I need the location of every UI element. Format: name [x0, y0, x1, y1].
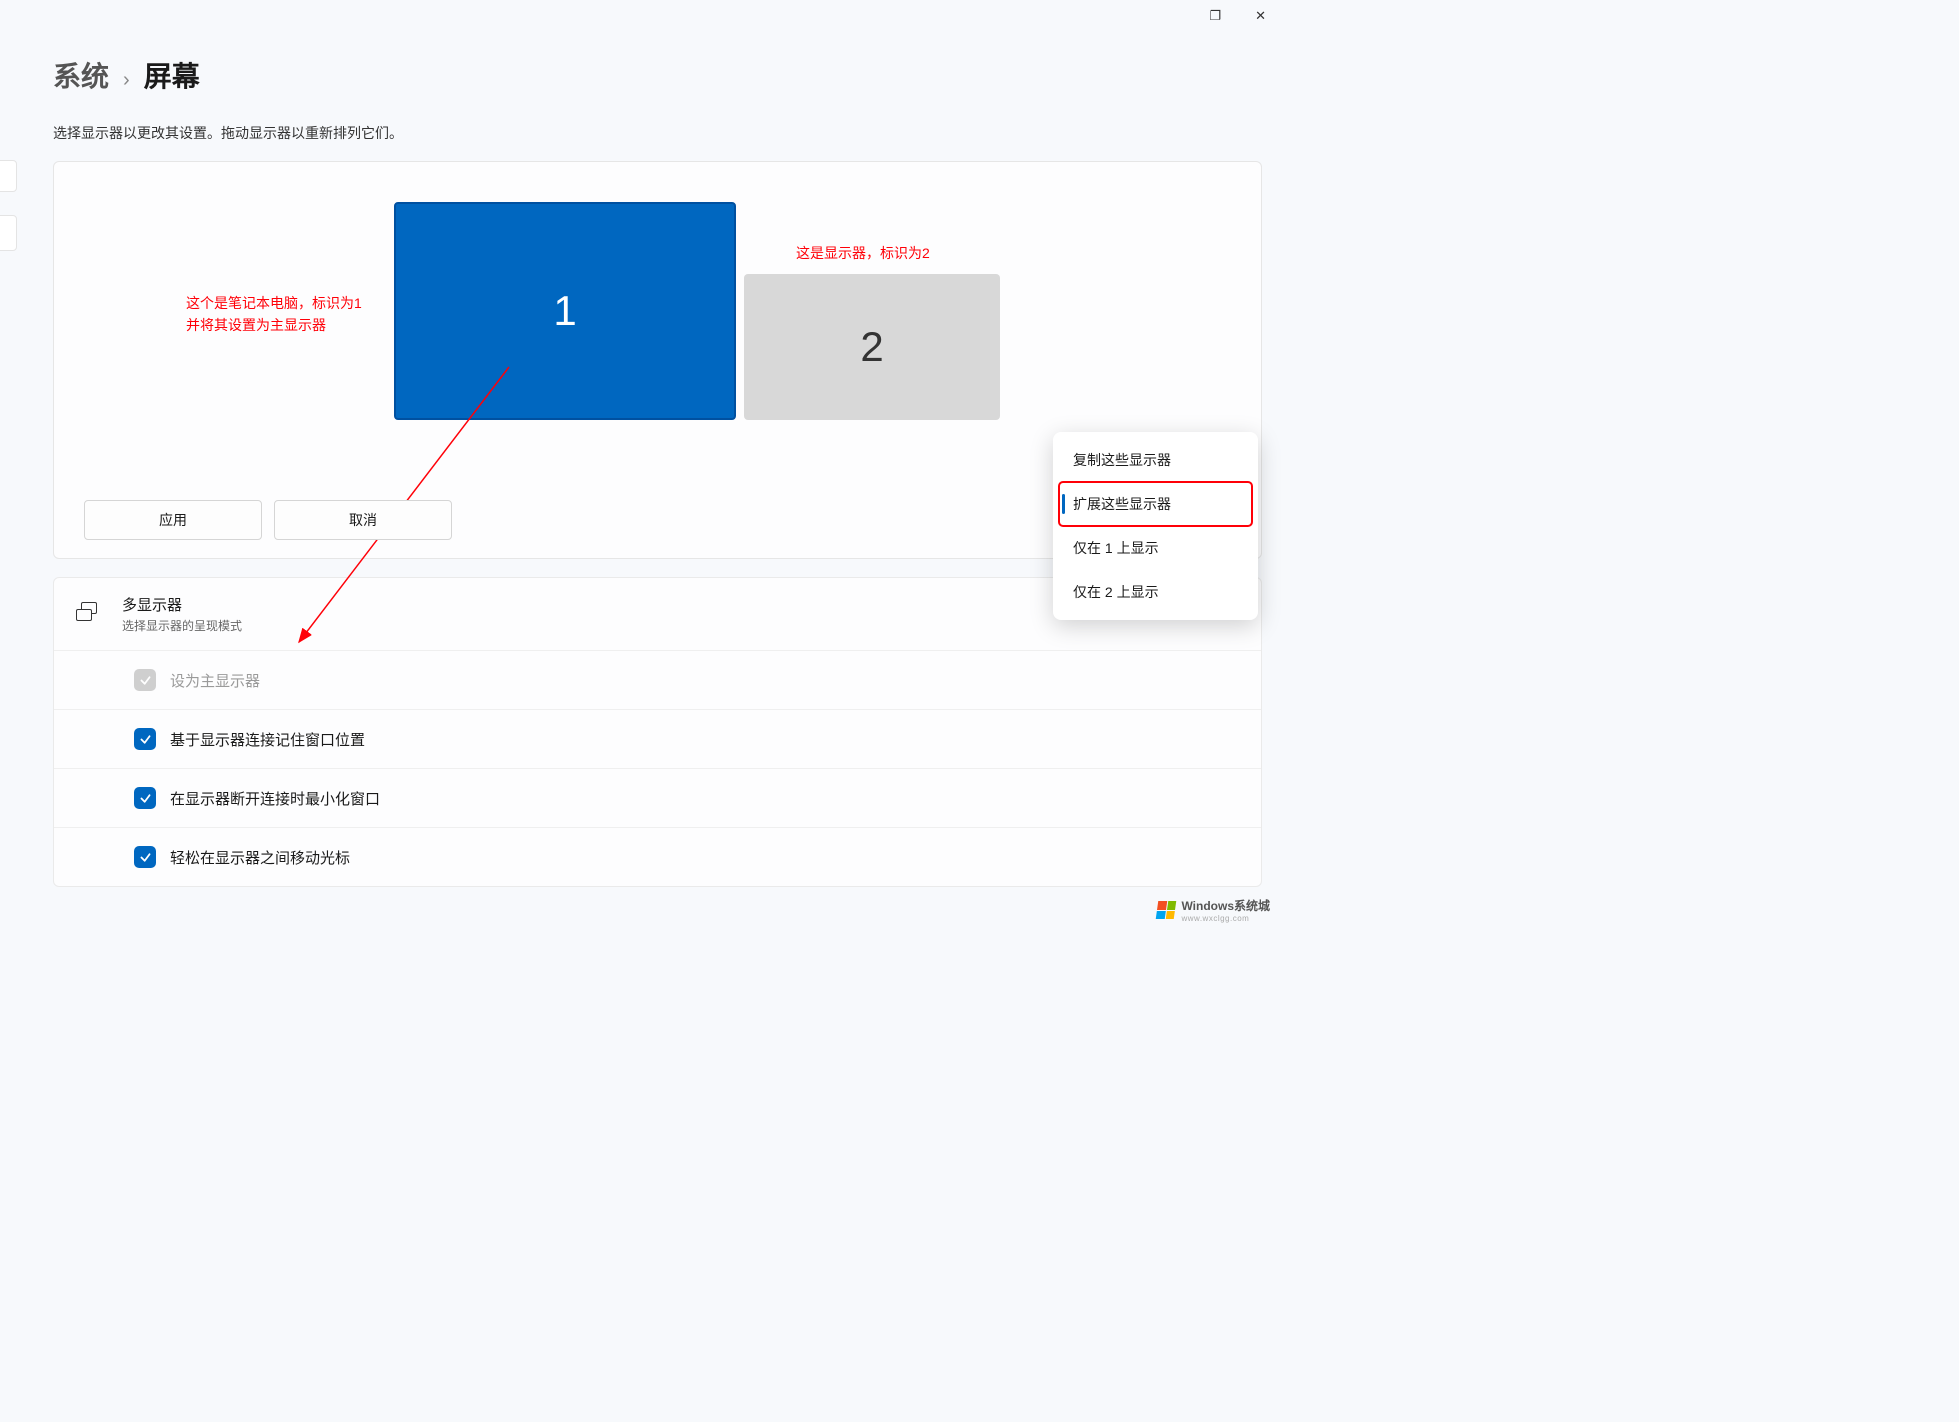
- panel-subtitle: 选择显示器的呈现模式: [122, 617, 242, 634]
- option-remember-window-position[interactable]: 基于显示器连接记住窗口位置: [54, 709, 1261, 768]
- windows-logo-icon: [1156, 901, 1177, 919]
- checkbox-ease-cursor[interactable]: [134, 846, 156, 868]
- watermark-url: www.wxclgg.com: [1181, 914, 1270, 923]
- apply-button[interactable]: 应用: [84, 500, 262, 540]
- cancel-button[interactable]: 取消: [274, 500, 452, 540]
- annotation-secondary: 这是显示器，标识为2: [796, 242, 930, 264]
- option-make-main-display: 设为主显示器: [54, 650, 1261, 709]
- option-label: 轻松在显示器之间移动光标: [170, 847, 350, 868]
- option-minimize-on-disconnect[interactable]: 在显示器断开连接时最小化窗口: [54, 768, 1261, 827]
- page-description: 选择显示器以更改其设置。拖动显示器以重新排列它们。: [53, 123, 1280, 143]
- displays-icon: [76, 602, 100, 626]
- menu-item-show-only-1[interactable]: 仅在 1 上显示: [1059, 526, 1252, 570]
- display-mode-dropdown[interactable]: 复制这些显示器 扩展这些显示器 仅在 1 上显示 仅在 2 上显示: [1053, 432, 1258, 620]
- monitor-stage[interactable]: 这个是笔记本电脑，标识为1 并将其设置为主显示器 这是显示器，标识为2 1 2: [84, 202, 1231, 462]
- multi-display-panel: 多显示器 选择显示器的呈现模式 设为主显示器 基于显示器连接记住窗口位置 在显示…: [53, 577, 1262, 887]
- annotation-primary: 这个是笔记本电脑，标识为1 并将其设置为主显示器: [186, 292, 362, 337]
- checkbox-remember-window[interactable]: [134, 728, 156, 750]
- chevron-right-icon: ›: [123, 69, 130, 92]
- breadcrumb-parent[interactable]: 系统: [53, 55, 109, 95]
- monitor-1[interactable]: 1: [394, 202, 736, 420]
- checkbox-minimize-disconnect[interactable]: [134, 787, 156, 809]
- close-window-icon[interactable]: ✕: [1249, 4, 1272, 28]
- menu-item-duplicate[interactable]: 复制这些显示器: [1059, 438, 1252, 482]
- option-ease-cursor-move[interactable]: 轻松在显示器之间移动光标: [54, 827, 1261, 886]
- option-label: 基于显示器连接记住窗口位置: [170, 729, 365, 750]
- restore-window-icon[interactable]: ❐: [1203, 4, 1227, 28]
- watermark: Windows系统城 www.wxclgg.com: [1157, 897, 1270, 923]
- option-label: 设为主显示器: [170, 670, 260, 691]
- page-title: 屏幕: [144, 55, 200, 95]
- panel-title: 多显示器: [122, 594, 242, 615]
- option-label: 在显示器断开连接时最小化窗口: [170, 788, 380, 809]
- menu-item-extend[interactable]: 扩展这些显示器: [1059, 482, 1252, 526]
- sidebar-stub: [0, 215, 17, 251]
- menu-item-show-only-2[interactable]: 仅在 2 上显示: [1059, 570, 1252, 614]
- monitor-2[interactable]: 2: [744, 274, 1000, 420]
- watermark-title: Windows系统城: [1181, 897, 1270, 914]
- sidebar-stub: [0, 160, 17, 192]
- breadcrumb: 系统 › 屏幕: [53, 55, 1280, 95]
- checkbox-make-main: [134, 669, 156, 691]
